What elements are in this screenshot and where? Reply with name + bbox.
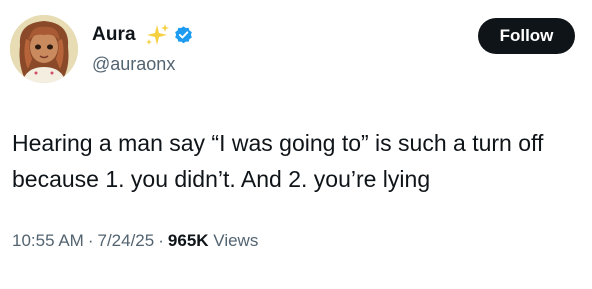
- display-name[interactable]: Aura: [92, 24, 136, 46]
- tweet-date[interactable]: 7/24/25: [98, 231, 155, 250]
- author-name-row: Aura: [92, 22, 194, 48]
- views-label: Views: [213, 231, 259, 250]
- tweet-meta: 10:55 AM · 7/24/25 · 965K Views: [12, 231, 258, 251]
- verified-badge-icon[interactable]: [173, 25, 194, 46]
- meta-separator: ·: [87, 231, 94, 250]
- tweet-text: Hearing a man say “I was going to” is su…: [12, 130, 544, 192]
- sparkles-icon: [144, 22, 170, 48]
- meta-separator: ·: [158, 231, 164, 250]
- views-count[interactable]: 965K: [168, 231, 209, 250]
- avatar[interactable]: [10, 15, 78, 83]
- tweet-time[interactable]: 10:55 AM: [12, 231, 84, 250]
- avatar-image: [10, 15, 78, 83]
- follow-button[interactable]: Follow: [478, 18, 575, 54]
- tweet-card: Aura @auraonx Follow Hearing a man say “…: [0, 0, 592, 289]
- author-handle[interactable]: @auraonx: [92, 54, 175, 75]
